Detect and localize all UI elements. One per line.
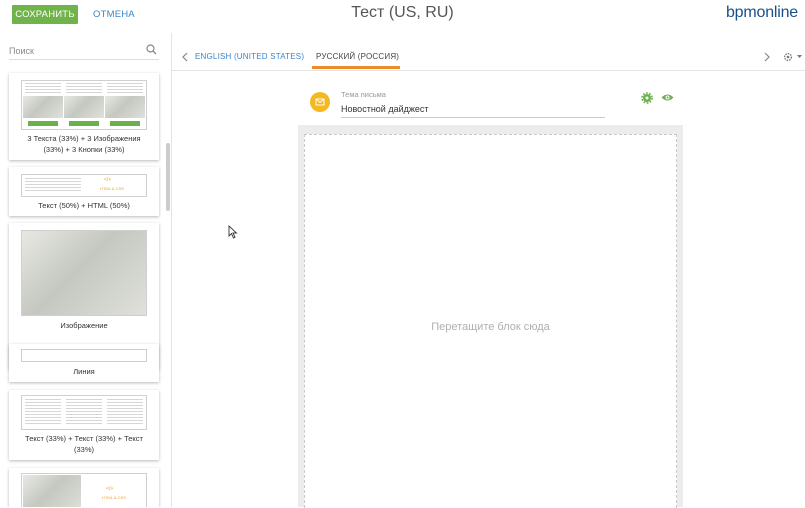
block-thumbnail: </> HTML & CSS <box>21 473 147 507</box>
block-label: Текст (33%) + Текст (33%) + Текст (33%) <box>25 434 143 454</box>
chevron-left-icon[interactable] <box>181 52 189 62</box>
block-label: Изображение <box>60 321 108 330</box>
block-sidebar: 3 Текста (33%) + 3 Изображения (33%) + 3… <box>0 33 172 507</box>
html-thumb-label: HTML & CSS <box>102 495 126 500</box>
logo: bpmonline <box>725 4 798 21</box>
html-code-icon: </> <box>106 486 114 492</box>
block-thumbnail <box>21 349 147 362</box>
html-thumb-label: HTML & CSS <box>100 186 124 191</box>
block-thumbnail: </> HTML & CSS <box>21 174 147 197</box>
envelope-avatar <box>310 92 330 112</box>
search-icon[interactable] <box>146 44 157 55</box>
subject-label: Тема письма <box>341 90 386 99</box>
block-label: Линия <box>73 367 95 376</box>
envelope-icon <box>315 98 325 106</box>
block-label: Текст (50%) + HTML (50%) <box>38 201 130 210</box>
block-thumbnail <box>21 395 147 430</box>
mouse-cursor-icon <box>228 225 238 239</box>
email-header: Тема письма Новостной дайджест <box>298 79 683 125</box>
gear-icon[interactable] <box>641 92 653 104</box>
block-thumbnail <box>21 80 147 130</box>
block-thumbnail <box>21 230 147 316</box>
block-card[interactable]: </> HTML & CSS <box>9 468 159 507</box>
subject-underline <box>341 117 605 118</box>
block-card[interactable]: </> HTML & CSS Текст (50%) + HTML (50%) <box>9 167 159 216</box>
block-card[interactable]: 3 Текста (33%) + 3 Изображения (33%) + 3… <box>9 73 159 160</box>
block-card[interactable]: Линия <box>9 344 159 382</box>
search-box <box>9 41 159 60</box>
sidebar-scrollbar-track[interactable] <box>166 73 170 507</box>
sidebar-scrollbar-thumb[interactable] <box>166 143 170 211</box>
html-code-icon: </> <box>104 177 112 183</box>
tab-english[interactable]: ENGLISH (UNITED STATES) <box>195 52 304 61</box>
drop-zone[interactable]: Перетащите блок сюда <box>304 134 677 508</box>
drop-placeholder: Перетащите блок сюда <box>431 321 550 333</box>
email-canvas: Тема письма Новостной дайджест Перетащит… <box>298 79 683 508</box>
subject-field[interactable]: Новостной дайджест <box>341 104 429 114</box>
block-card[interactable]: Текст (33%) + Текст (33%) + Текст (33%) <box>9 390 159 460</box>
active-tab-indicator <box>312 66 400 69</box>
tab-russian[interactable]: РУССКИЙ (РОССИЯ) <box>316 52 399 61</box>
block-label: 3 Текста (33%) + 3 Изображения (33%) + 3… <box>27 134 141 154</box>
chevron-right-icon[interactable] <box>763 52 771 62</box>
eye-icon[interactable] <box>661 93 674 102</box>
gear-dropdown-icon[interactable] <box>782 51 804 63</box>
search-input[interactable] <box>9 46 139 56</box>
language-tabs: ENGLISH (UNITED STATES) РУССКИЙ (РОССИЯ) <box>172 33 805 71</box>
top-bar: СОХРАНИТЬ ОТМЕНА Тест (US, RU) bpmonline <box>0 0 805 30</box>
page-title: Тест (US, RU) <box>351 4 454 21</box>
